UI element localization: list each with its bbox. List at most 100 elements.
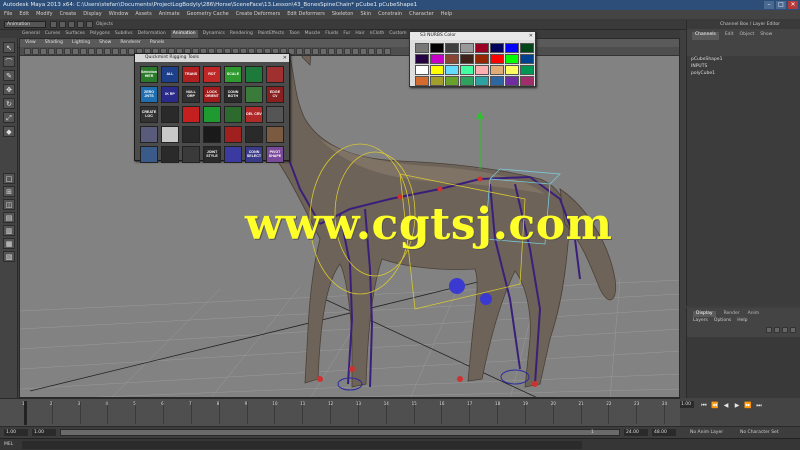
layout-hypershade-icon[interactable]: ▦ [3,238,15,249]
paint-select-tool-icon[interactable]: ✎ [3,70,15,81]
color-swatch[interactable] [505,54,519,64]
color-swatch[interactable] [520,43,534,53]
viewport-menu-view[interactable]: View [25,39,36,47]
channel-box-content[interactable]: pCubeShape1 INPUTS polyCube1 [687,56,800,306]
rig-button-tool-25[interactable] [224,126,242,143]
rig-button-lock-orient[interactable]: LOCK ORIENT [203,86,221,103]
rig-button-tool-6[interactable] [266,66,284,83]
command-input[interactable] [22,441,582,449]
shelf-tab-general[interactable]: General [22,30,40,38]
rig-button-all[interactable]: ALL [161,66,179,83]
rotate-tool-icon[interactable]: ↻ [3,98,15,109]
color-swatch[interactable] [520,54,534,64]
layout-persp-outliner-icon[interactable]: ▤ [3,212,15,223]
color-swatch[interactable] [415,76,429,86]
rig-button-tool-18[interactable] [224,106,242,123]
maximize-button[interactable]: □ [776,1,786,9]
viewport-toolbar-icon[interactable] [328,48,335,55]
shelf-tab-fluids[interactable]: Fluids [325,30,338,38]
color-swatch[interactable] [460,54,474,64]
rig-button-tool-15[interactable] [161,106,179,123]
color-swatch[interactable] [490,76,504,86]
viewport-toolbar-icon[interactable] [368,48,375,55]
playback-start-field[interactable]: 1.00 [32,429,56,436]
shelf-tab-toon[interactable]: Toon [289,30,299,38]
viewport-toolbar-icon[interactable] [88,48,95,55]
new-layer-icon[interactable] [766,327,772,333]
viewport-toolbar-icon[interactable] [72,48,79,55]
shelf-tab-animation[interactable]: Animation [170,30,198,38]
color-window-titlebar[interactable]: S3 NURBS Color ✕ [410,32,535,40]
rig-button-trans[interactable]: TRANS [182,66,200,83]
rig-button-tool-32[interactable] [224,146,242,163]
shelf-tab-dynamics[interactable]: Dynamics [203,30,225,38]
viewport-toolbar-icon[interactable] [104,48,111,55]
menu-window[interactable]: Window [109,10,129,19]
shelf-tab-deformation[interactable]: Deformation [138,30,166,38]
rig-button-tool-16[interactable] [182,106,200,123]
viewport-toolbar-icon[interactable] [56,48,63,55]
rig-button-edge-cv[interactable]: EDGE CV [266,86,284,103]
viewport-toolbar-icon[interactable] [24,48,31,55]
shelf-tab-custom[interactable]: Custom [389,30,406,38]
viewport-toolbar-icon[interactable] [112,48,119,55]
color-swatch[interactable] [460,65,474,75]
scale-tool-icon[interactable]: ⤢ [3,112,15,123]
color-swatch[interactable] [415,65,429,75]
rig-button-tool-22[interactable] [161,126,179,143]
time-slider[interactable]: 123456789101112131415161718192021222324 [0,398,680,426]
color-swatch[interactable] [445,76,459,86]
color-swatch[interactable] [490,43,504,53]
rig-button-tool-20[interactable] [266,106,284,123]
viewport-toolbar-icon[interactable] [376,48,383,55]
layout-graph-icon[interactable]: ▥ [3,225,15,236]
color-swatch[interactable] [460,43,474,53]
color-swatch[interactable] [520,76,534,86]
rig-button-tool-26[interactable] [245,126,263,143]
anim-layer-selector[interactable]: No Anim Layer [690,429,723,436]
last-tool-icon[interactable]: ◆ [3,126,15,137]
color-swatch[interactable] [490,65,504,75]
rig-button-tool-27[interactable] [266,126,284,143]
color-swatch[interactable] [475,76,489,86]
rig-button-tool-28[interactable] [140,146,158,163]
rig-button-conn-select[interactable]: CONN SELECT [245,146,263,163]
select-tool-icon[interactable]: ↖ [3,42,15,53]
rig-button-ik-rp[interactable]: IK RP [161,86,179,103]
color-swatch[interactable] [445,65,459,75]
menu-display[interactable]: Display [83,10,101,19]
menu-geometry-cache[interactable]: Geometry Cache [187,10,229,19]
go-to-end-icon[interactable]: ⏭ [755,402,763,410]
color-swatch[interactable] [430,43,444,53]
viewport-toolbar-icon[interactable] [32,48,39,55]
range-bar[interactable]: 1 [60,429,620,436]
menu-file[interactable]: File [4,10,12,19]
color-swatch[interactable] [475,43,489,53]
color-swatch[interactable] [430,76,444,86]
layer-list[interactable] [687,337,800,398]
rig-button-tool-17[interactable] [203,106,221,123]
menu-assets[interactable]: Assets [135,10,151,19]
move-layer-up-icon[interactable] [782,327,788,333]
viewport-toolbar-icon[interactable] [80,48,87,55]
menu-set-selector[interactable]: Animation [4,21,46,28]
layout-four-icon[interactable]: ⊞ [3,186,15,197]
color-swatch[interactable] [415,54,429,64]
menu-edit-deformers[interactable]: Edit Deformers [287,10,325,19]
command-language-label[interactable]: MEL [4,441,13,449]
color-swatch[interactable] [415,43,429,53]
perspective-viewport[interactable]: View Shading Lighting Show Renderer Panels ww… [19,38,680,398]
shelf-tab-curves[interactable]: Curves [45,30,61,38]
color-swatch[interactable] [505,65,519,75]
shelf-tab-muscle[interactable]: Muscle [305,30,321,38]
color-swatch[interactable] [505,43,519,53]
current-time-indicator[interactable] [24,401,27,425]
channel-line[interactable]: pCubeShape1 [687,56,800,63]
color-swatch[interactable] [445,43,459,53]
open-scene-icon[interactable] [59,21,66,28]
menu-constrain[interactable]: Constrain [378,10,402,19]
channel-line[interactable]: polyCube1 [687,70,800,77]
viewport-menu-shading[interactable]: Shading [45,39,63,47]
color-swatch[interactable] [445,54,459,64]
select-hierarchy-icon[interactable] [77,21,84,28]
